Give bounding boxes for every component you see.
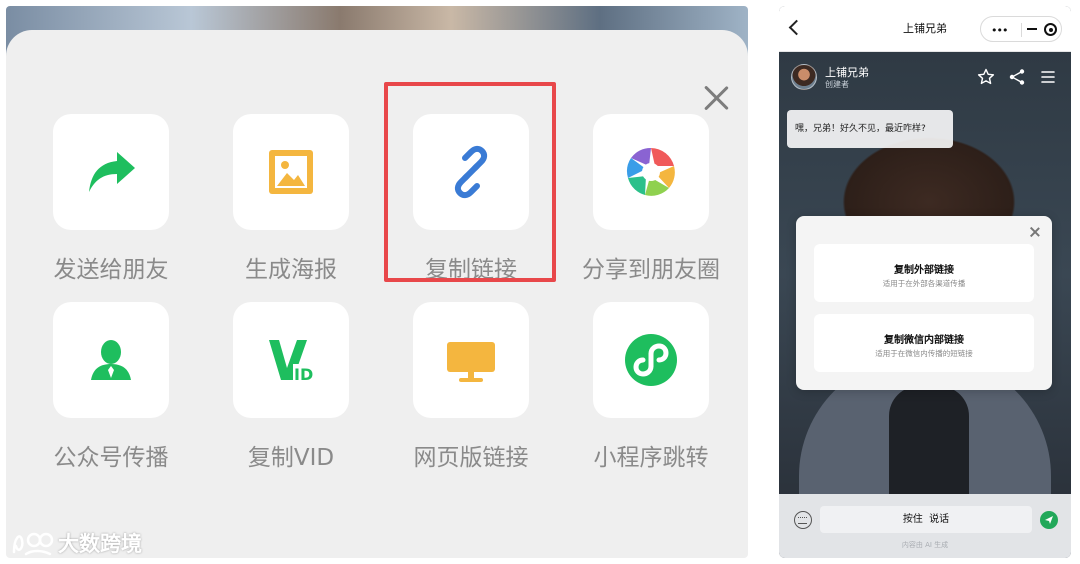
character-shirt xyxy=(889,386,969,506)
tile xyxy=(413,302,529,418)
tile xyxy=(593,114,709,230)
tile xyxy=(53,302,169,418)
share-item-label: 小程序跳转 xyxy=(593,445,709,471)
back-arrow-icon[interactable] xyxy=(788,19,805,36)
share-item-label: 复制VID xyxy=(247,445,335,471)
moments-icon xyxy=(627,147,675,196)
hold-to-talk-button[interactable]: 按住 说话 xyxy=(820,506,1032,533)
watermark: 大数跨境 xyxy=(10,528,142,558)
character-name: 上铺兄弟 xyxy=(825,66,869,79)
tile: ID xyxy=(233,302,349,418)
share-item-label: 分享到朋友圈 xyxy=(582,257,720,283)
watermark-logo-icon xyxy=(12,532,54,556)
minimize-icon[interactable] xyxy=(1027,28,1037,30)
send-icon xyxy=(1045,516,1053,524)
star-icon[interactable] xyxy=(977,68,995,86)
link-options-modal: 复制外部链接 适用于在外部各渠道传播 复制微信内部链接 适用于在微信内传播的短链… xyxy=(796,216,1052,390)
character-header: 上铺兄弟 创建者 xyxy=(779,52,1071,98)
character-role: 创建者 xyxy=(825,80,849,89)
tile xyxy=(53,114,169,230)
message-bubble: 嘿，兄弟！好久不见，最近咋样? xyxy=(787,110,953,148)
share-item-mini-program[interactable]: 小程序跳转 xyxy=(593,302,748,492)
capsule-divider xyxy=(1021,23,1022,37)
link-icon xyxy=(454,145,488,199)
share-item-label: 生成海报 xyxy=(245,257,337,283)
share-item-moments[interactable]: 分享到朋友圈 xyxy=(582,114,748,304)
option-subtitle: 适用于在外部各渠道传播 xyxy=(882,279,966,288)
svg-text:ID: ID xyxy=(294,365,313,384)
tile xyxy=(233,114,349,230)
monitor-icon xyxy=(447,342,495,382)
share-item-label: 公众号传播 xyxy=(53,445,169,471)
capsule-menu: ••• xyxy=(980,16,1062,42)
tile xyxy=(593,302,709,418)
watermark-text: 大数跨境 xyxy=(58,532,142,556)
keyboard-icon[interactable] xyxy=(794,511,812,529)
poster-image-icon xyxy=(269,150,313,194)
share-forward-icon xyxy=(89,152,135,192)
share-item-label: 复制链接 xyxy=(425,257,517,283)
option-subtitle: 适用于在微信内传播的短链接 xyxy=(875,349,973,358)
screenshot-root: 发送给朋友 生成海报 复制链接 分享到朋友圈 公众号传播 ID 复制VID 网页… xyxy=(0,0,1080,564)
close-icon[interactable] xyxy=(700,82,732,114)
close-target-icon[interactable] xyxy=(1044,23,1057,36)
mini-program-navbar: 上铺兄弟 ••• xyxy=(779,6,1071,52)
copy-external-link-button[interactable]: 复制外部链接 适用于在外部各渠道传播 xyxy=(814,244,1034,302)
input-bar: 按住 说话 内容由 AI 生成 xyxy=(779,494,1071,558)
phone-screen: 上铺兄弟 ••• 上铺兄弟 创建者 嘿，兄弟！好久不见，最近咋样? 复制外部链接… xyxy=(779,6,1071,558)
page-title: 上铺兄弟 xyxy=(903,22,947,35)
official-account-icon xyxy=(91,340,131,380)
option-title: 复制微信内部链接 xyxy=(884,335,964,346)
avatar[interactable] xyxy=(791,64,817,90)
option-title: 复制外部链接 xyxy=(894,265,954,276)
send-button[interactable] xyxy=(1040,511,1058,529)
copy-wechat-internal-link-button[interactable]: 复制微信内部链接 适用于在微信内传播的短链接 xyxy=(814,314,1034,372)
menu-icon[interactable] xyxy=(1039,68,1057,86)
share-sheet-panel: 发送给朋友 生成海报 复制链接 分享到朋友圈 公众号传播 ID 复制VID 网页… xyxy=(6,6,748,558)
share-sheet: 发送给朋友 生成海报 复制链接 分享到朋友圈 公众号传播 ID 复制VID 网页… xyxy=(6,30,748,558)
share-item-label: 网页版链接 xyxy=(413,445,529,471)
close-icon[interactable] xyxy=(1029,226,1041,238)
mini-program-icon xyxy=(625,334,677,386)
vid-icon: ID xyxy=(269,340,315,384)
ai-generated-note: 内容由 AI 生成 xyxy=(901,541,949,549)
share-icon[interactable] xyxy=(1008,68,1026,86)
tile xyxy=(413,114,529,230)
share-item-label: 发送给朋友 xyxy=(53,257,169,283)
more-dots-icon[interactable]: ••• xyxy=(991,24,1008,37)
